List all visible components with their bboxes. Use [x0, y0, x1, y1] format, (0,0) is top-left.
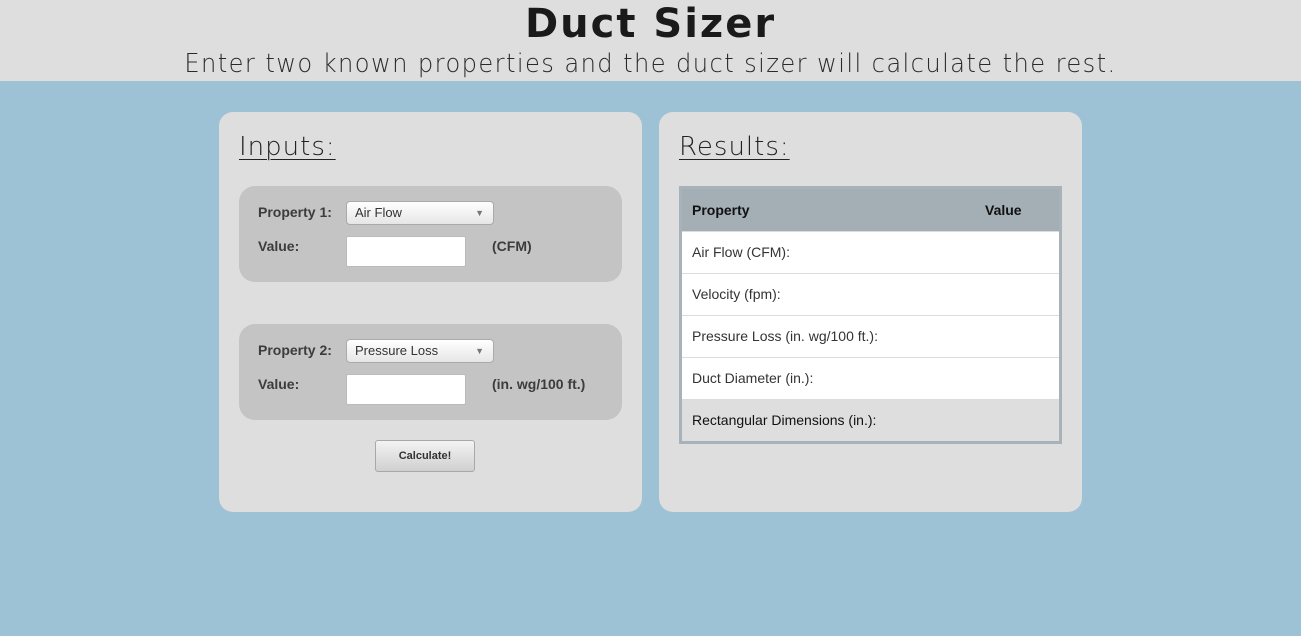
- property-1-group: Property 1: Air Flow ▼ Value: (CFM): [239, 186, 622, 282]
- value-1-unit: (CFM): [492, 238, 532, 254]
- results-heading: Results:: [679, 132, 790, 162]
- value-2-input[interactable]: [346, 374, 466, 405]
- row-property: Air Flow (CFM):: [692, 244, 790, 260]
- calculate-button[interactable]: Calculate!: [375, 440, 475, 472]
- column-header-value: Value: [985, 202, 1022, 218]
- property-2-group: Property 2: Pressure Loss ▼ Value: (in. …: [239, 324, 622, 420]
- table-row: Velocity (fpm):: [682, 273, 1059, 315]
- property-1-select[interactable]: Air Flow ▼: [346, 201, 494, 225]
- table-row: Duct Diameter (in.):: [682, 357, 1059, 399]
- row-property: Velocity (fpm):: [692, 286, 781, 302]
- chevron-down-icon: ▼: [475, 346, 484, 356]
- table-row: Pressure Loss (in. wg/100 ft.):: [682, 315, 1059, 357]
- chevron-down-icon: ▼: [475, 208, 484, 218]
- results-table: Property Value Air Flow (CFM): Velocity …: [679, 186, 1062, 444]
- column-header-property: Property: [692, 202, 750, 218]
- page-title: Duct Sizer: [524, 1, 777, 47]
- inputs-panel: Inputs: Property 1: Air Flow ▼ Value: (C…: [219, 112, 642, 512]
- table-row: Air Flow (CFM):: [682, 231, 1059, 273]
- inputs-heading: Inputs:: [239, 132, 336, 162]
- property-2-selected-value: Pressure Loss: [355, 343, 439, 358]
- value-1-label: Value:: [258, 238, 300, 254]
- value-2-label: Value:: [258, 376, 300, 392]
- row-property: Duct Diameter (in.):: [692, 370, 814, 386]
- value-2-unit: (in. wg/100 ft.): [492, 376, 586, 392]
- property-1-label: Property 1:: [258, 204, 332, 220]
- value-1-input[interactable]: [346, 236, 466, 267]
- table-header: Property Value: [682, 189, 1059, 231]
- results-panel: Results: Property Value Air Flow (CFM): …: [659, 112, 1082, 512]
- row-property: Rectangular Dimensions (in.):: [692, 412, 877, 428]
- page-subtitle: Enter two known properties and the duct …: [184, 49, 1117, 79]
- property-2-select[interactable]: Pressure Loss ▼: [346, 339, 494, 363]
- page-header: Duct Sizer Enter two known properties an…: [0, 0, 1301, 81]
- table-row: Rectangular Dimensions (in.):: [682, 399, 1059, 441]
- property-1-selected-value: Air Flow: [355, 205, 402, 220]
- row-property: Pressure Loss (in. wg/100 ft.):: [692, 328, 878, 344]
- property-2-label: Property 2:: [258, 342, 332, 358]
